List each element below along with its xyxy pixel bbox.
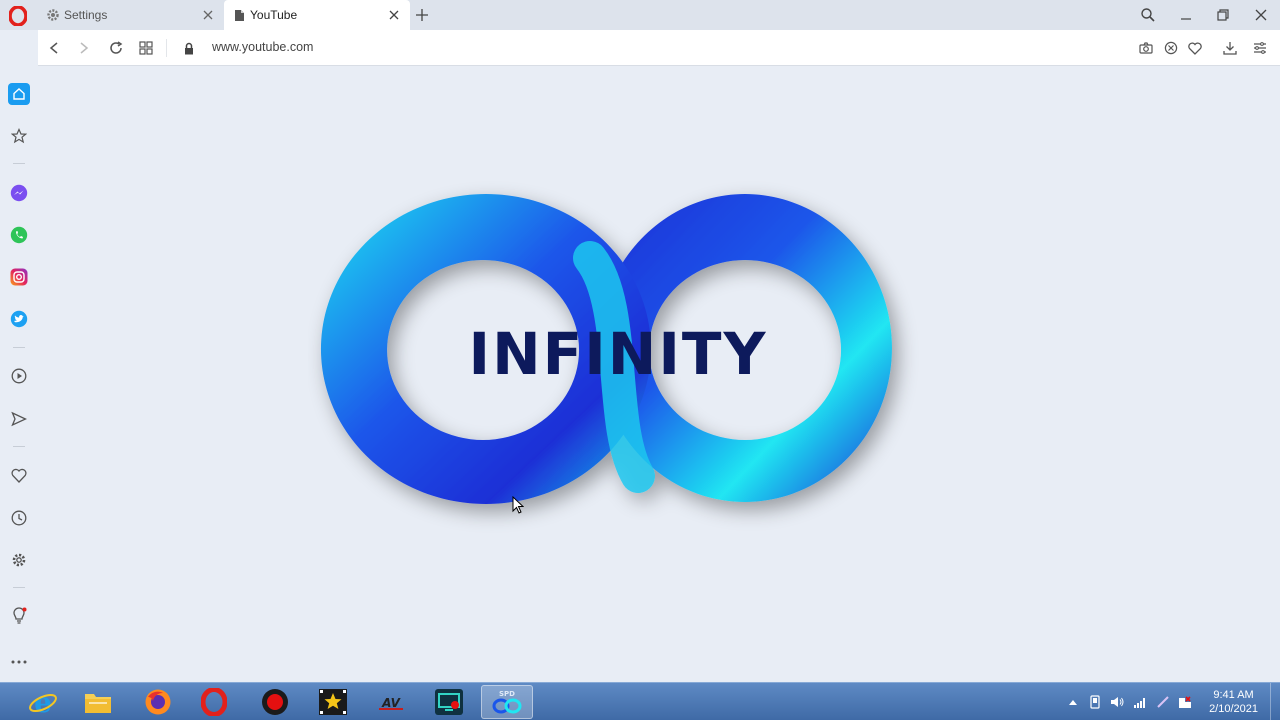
movie-maker-icon[interactable] xyxy=(307,685,359,719)
file-explorer-icon[interactable] xyxy=(72,685,124,719)
show-desktop-button[interactable] xyxy=(1270,683,1280,720)
player-icon[interactable] xyxy=(8,365,30,387)
tab-settings[interactable]: Settings xyxy=(38,0,224,30)
search-tabs-icon[interactable] xyxy=(1136,4,1160,26)
bookmarks-icon[interactable] xyxy=(8,125,30,147)
network-icon[interactable] xyxy=(1133,695,1147,709)
tab-label: YouTube xyxy=(250,8,298,22)
easy-setup-icon[interactable] xyxy=(1250,38,1270,58)
gear-icon xyxy=(46,8,60,22)
history-icon[interactable] xyxy=(8,507,30,529)
instagram-icon[interactable] xyxy=(8,266,30,288)
clock-time: 9:41 AM xyxy=(1213,689,1254,701)
usb-device-icon[interactable] xyxy=(1088,695,1102,709)
spd-label: SPD xyxy=(499,690,515,698)
new-tab-button[interactable] xyxy=(412,5,432,25)
ad-blocker-icon[interactable] xyxy=(1161,38,1181,58)
infinity-logo: INFINITY xyxy=(320,194,892,504)
flow-icon[interactable] xyxy=(8,408,30,430)
page-icon xyxy=(232,8,246,22)
clock[interactable]: 9:41 AM 2/10/2021 xyxy=(1209,688,1258,716)
close-window-button[interactable] xyxy=(1249,4,1273,26)
svg-text:e: e xyxy=(34,687,52,717)
minimize-button[interactable] xyxy=(1174,4,1198,26)
camera-icon[interactable] xyxy=(1136,38,1156,58)
recorder-icon[interactable] xyxy=(249,685,301,719)
firefox-icon[interactable] xyxy=(132,685,184,719)
more-icon[interactable] xyxy=(8,651,30,673)
show-hidden-icons[interactable] xyxy=(1066,695,1080,709)
tab-strip: Settings YouTube xyxy=(0,0,1280,30)
url-field[interactable]: www.youtube.com xyxy=(212,40,313,54)
restore-button[interactable] xyxy=(1211,4,1235,26)
close-icon[interactable] xyxy=(200,7,216,23)
taskbar: e AV SPD 9:41 AM 2/10/2021 xyxy=(0,682,1280,720)
volume-icon[interactable] xyxy=(1110,695,1124,709)
action-center-icon[interactable] xyxy=(1178,695,1192,709)
tab-label: Settings xyxy=(64,8,108,22)
twitter-icon[interactable] xyxy=(8,308,30,330)
opera-menu-icon[interactable] xyxy=(8,6,28,26)
separator xyxy=(13,587,25,588)
heart-icon[interactable] xyxy=(8,464,30,486)
messenger-icon[interactable] xyxy=(8,182,30,204)
internet-explorer-icon[interactable]: e xyxy=(17,685,69,719)
separator xyxy=(13,163,25,164)
svg-text:AV: AV xyxy=(381,696,401,710)
settings-icon[interactable] xyxy=(8,549,30,571)
forward-button[interactable] xyxy=(74,38,94,58)
separator xyxy=(166,39,167,57)
av-icon[interactable]: AV xyxy=(365,685,417,719)
spd-infinity-icon[interactable]: SPD xyxy=(481,685,533,719)
screen-recorder-icon[interactable] xyxy=(423,685,475,719)
sidebar xyxy=(0,66,38,682)
separator xyxy=(13,347,25,348)
separator xyxy=(13,446,25,447)
heart-icon[interactable] xyxy=(1185,38,1205,58)
reload-button[interactable] xyxy=(106,38,126,58)
page-content: INFINITY xyxy=(38,66,1280,682)
whatsapp-icon[interactable] xyxy=(8,224,30,246)
speed-dial-icon[interactable] xyxy=(136,38,156,58)
clock-date: 2/10/2021 xyxy=(1209,703,1258,715)
close-icon[interactable] xyxy=(386,7,402,23)
pen-icon[interactable] xyxy=(1156,695,1170,709)
lock-icon[interactable] xyxy=(179,38,199,58)
logo-text: INFINITY xyxy=(468,320,767,388)
address-bar: www.youtube.com xyxy=(38,30,1280,66)
home-icon[interactable] xyxy=(8,83,30,105)
tab-youtube[interactable]: YouTube xyxy=(224,0,410,30)
opera-icon[interactable] xyxy=(188,685,240,719)
back-button[interactable] xyxy=(44,38,64,58)
tips-icon[interactable] xyxy=(8,605,30,627)
download-icon[interactable] xyxy=(1220,38,1240,58)
mouse-cursor-icon xyxy=(512,496,524,514)
